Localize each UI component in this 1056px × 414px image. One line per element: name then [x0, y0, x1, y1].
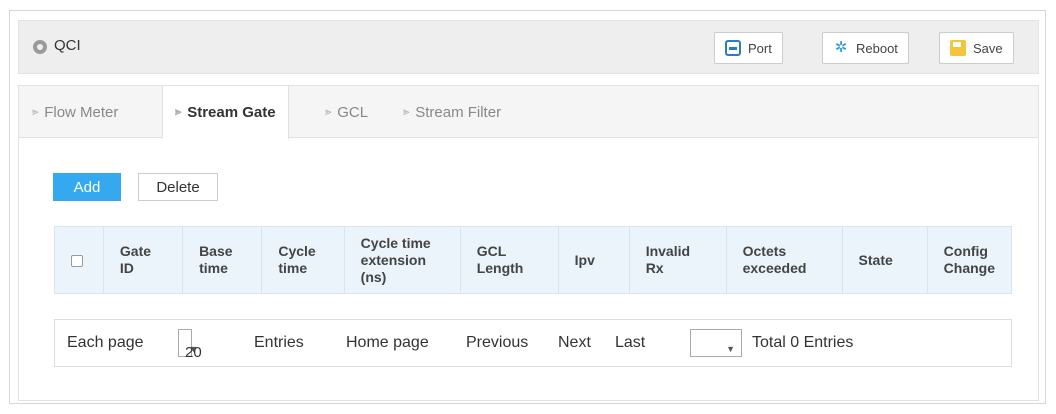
col-cycle-time-extension[interactable]: Cycle time extension (ns) [343, 226, 461, 294]
chevron-right-icon: ⪢ [175, 106, 182, 118]
tab-label: Flow Meter [44, 103, 119, 121]
col-invalid-rx[interactable]: Invalid Rx [628, 226, 727, 294]
stream-gate-table: Gate ID Base time Cycle time Cycle time exte… [54, 226, 1013, 294]
reboot-spinner-icon: ✲ [834, 39, 848, 56]
dropdown-arrow-icon: ▼ [189, 344, 198, 354]
tab-stream-filter[interactable]: ⪢ Stream Filter [391, 86, 513, 138]
delete-button[interactable]: Delete [138, 173, 218, 201]
previous-link[interactable]: Previous [466, 334, 528, 352]
next-link[interactable]: Next [558, 334, 591, 352]
tab-label: Stream Filter [415, 103, 502, 121]
tab-stream-gate[interactable]: ⪢ Stream Gate [162, 86, 289, 139]
reboot-label: Reboot [856, 40, 898, 56]
home-page-link[interactable]: Home page [346, 334, 429, 352]
col-gate-id[interactable]: Gate ID [102, 226, 184, 294]
col-ipv[interactable]: Ipv [557, 226, 630, 294]
save-button[interactable]: Save [939, 32, 1014, 64]
dropdown-arrow-icon: ▼ [726, 344, 735, 354]
last-link[interactable]: Last [615, 334, 645, 352]
page-title: QCI [54, 37, 81, 54]
tab-label: GCL [337, 103, 369, 121]
table-header-row: Gate ID Base time Cycle time Cycle time exte… [54, 226, 1013, 294]
qci-window: QCI Port ✲ Reboot Save ⪢ Flow Meter ⪢ St… [9, 10, 1046, 404]
location-pin-icon [33, 40, 47, 54]
col-gcl-length[interactable]: GCL Length [459, 226, 559, 294]
title-bar: QCI Port ✲ Reboot Save [18, 20, 1039, 74]
total-entries: Total 0 Entries [752, 334, 854, 351]
col-state[interactable]: State [841, 226, 928, 294]
col-cycle-time[interactable]: Cycle time [261, 226, 345, 294]
add-button[interactable]: Add [53, 173, 121, 201]
content-panel: ⪢ Flow Meter ⪢ Stream Gate ⪢ GCL ⪢ Strea… [18, 85, 1039, 401]
page-size-select[interactable]: 20 ▼ [178, 329, 202, 361]
port-label: Port [748, 40, 772, 56]
page-jump-select[interactable]: ▼ [690, 329, 742, 357]
entries-label: Entries [254, 334, 304, 351]
save-label: Save [973, 40, 1003, 56]
col-config-change[interactable]: Config Change [926, 226, 1013, 294]
col-base-time[interactable]: Base time [182, 226, 263, 294]
each-page-label: Each page [67, 334, 144, 351]
col-octets-exceeded[interactable]: Octets exceeded [725, 226, 843, 294]
tab-gcl[interactable]: ⪢ GCL [313, 86, 380, 138]
reboot-button[interactable]: ✲ Reboot [822, 32, 909, 64]
chevron-right-icon: ⪢ [325, 105, 332, 118]
port-icon [725, 40, 741, 56]
tab-bar: ⪢ Flow Meter ⪢ Stream Gate ⪢ GCL ⪢ Strea… [19, 86, 1038, 139]
tab-flow-meter[interactable]: ⪢ Flow Meter [20, 86, 130, 138]
select-all-checkbox[interactable] [71, 254, 83, 267]
port-button[interactable]: Port [714, 32, 783, 64]
chevron-right-icon: ⪢ [32, 105, 39, 118]
chevron-right-icon: ⪢ [403, 105, 410, 118]
tab-label: Stream Gate [187, 104, 276, 121]
select-all-cell [54, 226, 104, 294]
pagination-bar: Each page 20 ▼ Entries Home page Previou… [54, 319, 1012, 367]
save-icon [950, 40, 966, 56]
